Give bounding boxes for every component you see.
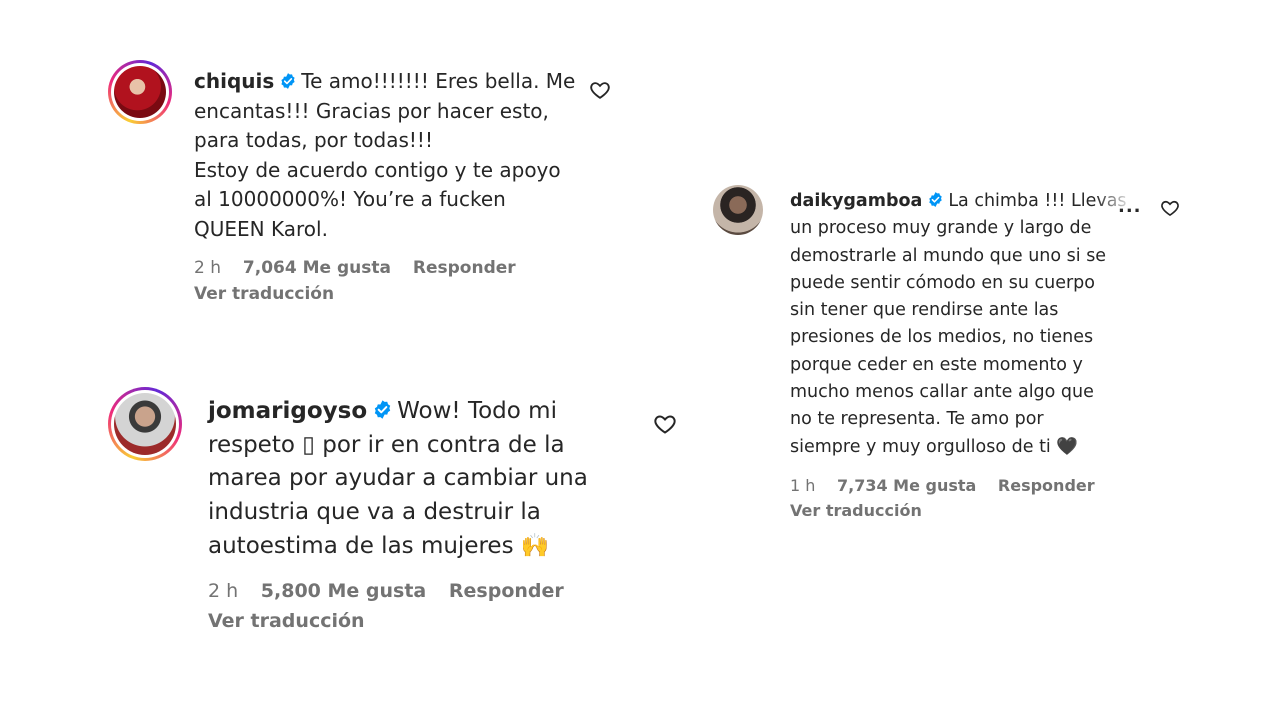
comment-meta: 2 h 7,064 Me gusta Responder — [194, 258, 532, 278]
see-translation-link[interactable]: Ver traducción — [194, 284, 334, 304]
verified-badge-icon — [374, 400, 391, 419]
username[interactable]: daikygamboa — [790, 191, 922, 211]
comment-text: Te amo!!!!!!! Eres bella. Me encantas!!!… — [194, 69, 576, 241]
likes-count[interactable]: 5,800 Me gusta — [261, 580, 426, 602]
reply-button[interactable]: Responder — [998, 476, 1095, 495]
heart-icon[interactable] — [589, 79, 611, 101]
timestamp[interactable]: 2 h — [208, 580, 238, 602]
reply-button[interactable]: Responder — [413, 258, 516, 278]
verified-badge-icon — [281, 73, 295, 89]
avatar-daikygamboa[interactable] — [713, 185, 763, 235]
heart-icon[interactable] — [653, 412, 677, 436]
username[interactable]: chiquis — [194, 69, 274, 93]
see-translation-link[interactable]: Ver traducción — [208, 610, 365, 632]
comment-meta: 2 h 5,800 Me gusta Responder — [208, 580, 580, 602]
verified-badge-icon — [929, 192, 943, 207]
see-translation-link[interactable]: Ver traducción — [790, 501, 922, 520]
timestamp[interactable]: 1 h — [790, 476, 815, 495]
comment-body: jomarigoyso Wow! Todo mi respeto ▯ por ir… — [208, 395, 638, 564]
unknown-glyph: ▯ — [302, 431, 315, 458]
avatar-jomarigoyso[interactable] — [108, 387, 182, 461]
username[interactable]: jomarigoyso — [208, 398, 367, 424]
reply-button[interactable]: Responder — [449, 580, 564, 602]
black-heart-emoji: 🖤 — [1056, 436, 1079, 457]
heart-icon[interactable] — [1160, 198, 1180, 218]
likes-count[interactable]: 7,734 Me gusta — [837, 476, 976, 495]
comment-body: chiquis Te amo!!!!!!! Eres bella. Me enca… — [194, 67, 584, 244]
timestamp[interactable]: 2 h — [194, 258, 221, 278]
comment-meta: 1 h 7,734 Me gusta Responder — [790, 476, 1111, 495]
likes-count[interactable]: 7,064 Me gusta — [243, 258, 391, 278]
comment-text: La chimba !!! Llevas un proceso muy gran… — [790, 191, 1127, 457]
more-options-icon[interactable]: ... — [1118, 196, 1142, 217]
raised-hands-emoji: 🙌 — [520, 532, 550, 559]
avatar-chiquis[interactable] — [108, 60, 172, 124]
